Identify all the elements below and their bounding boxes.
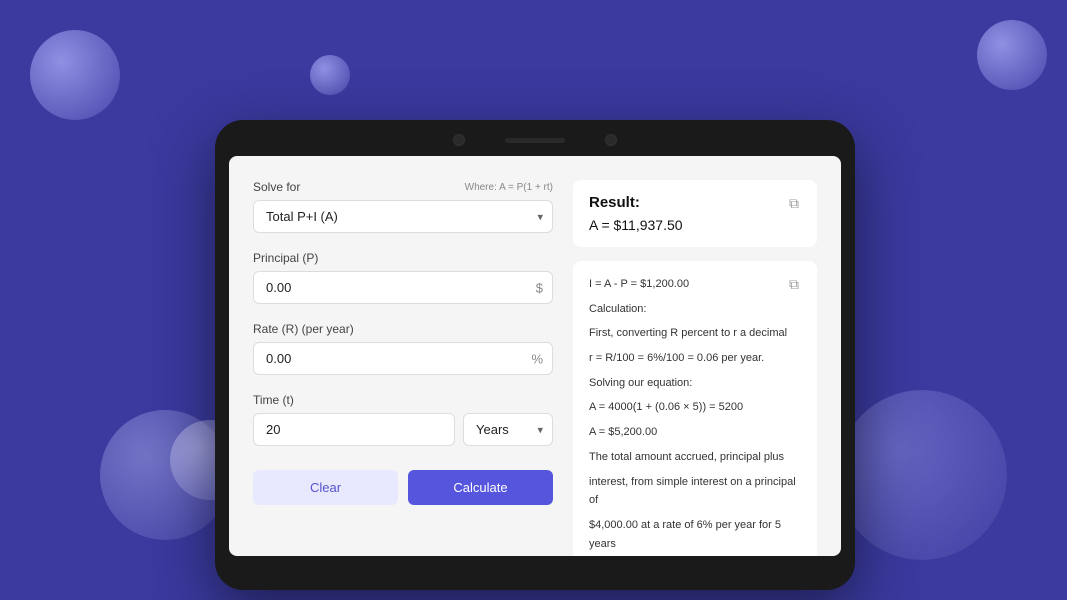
result-title: Result:	[589, 194, 801, 211]
formula-hint: Where: A = P(1 + rt)	[465, 182, 553, 193]
time-unit-wrapper: Years Months Days ▾	[463, 413, 553, 446]
time-unit-select[interactable]: Years Months Days	[463, 413, 553, 446]
solve-for-label: Solve for	[253, 180, 300, 194]
solve-for-select[interactable]: Total P+I (A) Principal (P) Rate (R) Tim…	[253, 200, 553, 233]
front-camera	[453, 134, 465, 146]
calculator-panel: Solve for Where: A = P(1 + rt) Total P+I…	[253, 180, 573, 532]
detail-line-3: First, converting R percent to r a decim…	[589, 324, 801, 343]
result-detail-card: ⧉ I = A - P = $1,200.00 Calculation: Fir…	[573, 261, 817, 556]
button-row: Clear Calculate	[253, 470, 553, 505]
detail-line-2: Calculation:	[589, 300, 801, 319]
time-row: Years Months Days ▾	[253, 413, 553, 446]
detail-line-1: I = A - P = $1,200.00	[589, 275, 801, 294]
detail-line-6: Solving our equation:	[589, 374, 801, 393]
decorative-bubble-2	[310, 55, 350, 95]
time-group: Time (t) Years Months Days ▾	[253, 393, 553, 446]
front-sensor	[605, 134, 617, 146]
principal-input[interactable]	[253, 271, 553, 304]
rate-unit: %	[531, 351, 543, 366]
rate-group: Rate (R) (per year) %	[253, 322, 553, 375]
copy-detail-icon[interactable]: ⧉	[783, 273, 805, 295]
copy-result-icon[interactable]: ⧉	[783, 192, 805, 214]
decorative-bubble-1	[30, 30, 120, 120]
solve-for-header: Solve for Where: A = P(1 + rt)	[253, 180, 553, 194]
clear-button[interactable]: Clear	[253, 470, 398, 505]
solve-for-wrapper: Total P+I (A) Principal (P) Rate (R) Tim…	[253, 200, 553, 233]
principal-input-wrapper: $	[253, 271, 553, 304]
solve-for-group: Solve for Where: A = P(1 + rt) Total P+I…	[253, 180, 553, 233]
detail-line-7: A = 4000(1 + (0.06 × 5)) = 5200	[589, 398, 801, 417]
tablet-frame: Solve for Where: A = P(1 + rt) Total P+I…	[215, 120, 855, 590]
tablet-screen: Solve for Where: A = P(1 + rt) Total P+I…	[229, 156, 841, 556]
principal-unit: $	[536, 280, 543, 295]
principal-group: Principal (P) $	[253, 251, 553, 304]
detail-line-8: A = $5,200.00	[589, 423, 801, 442]
rate-input[interactable]	[253, 342, 553, 375]
rate-label: Rate (R) (per year)	[253, 322, 553, 336]
detail-line-4: r = R/100 = 6%/100 = 0.06 per year.	[589, 349, 801, 368]
time-input[interactable]	[253, 413, 455, 446]
speaker-grill	[505, 138, 565, 143]
result-main-value: A = $11,937.50	[589, 217, 801, 233]
tablet-top-bar	[215, 120, 855, 156]
detail-line-12: $4,000.00 at a rate of 6% per year for 5…	[589, 516, 801, 553]
detail-text: I = A - P = $1,200.00 Calculation: First…	[589, 275, 801, 556]
result-main-card: Result: A = $11,937.50 ⧉	[573, 180, 817, 247]
rate-input-wrapper: %	[253, 342, 553, 375]
decorative-bubble-3	[977, 20, 1047, 90]
result-panel: Result: A = $11,937.50 ⧉ ⧉ I = A - P = $…	[573, 180, 817, 532]
decorative-bubble-6	[837, 390, 1007, 560]
principal-label: Principal (P)	[253, 251, 553, 265]
detail-line-11: interest, from simple interest on a prin…	[589, 473, 801, 510]
calculate-button[interactable]: Calculate	[408, 470, 553, 505]
detail-line-10: The total amount accrued, principal plus	[589, 448, 801, 467]
time-label: Time (t)	[253, 393, 553, 407]
